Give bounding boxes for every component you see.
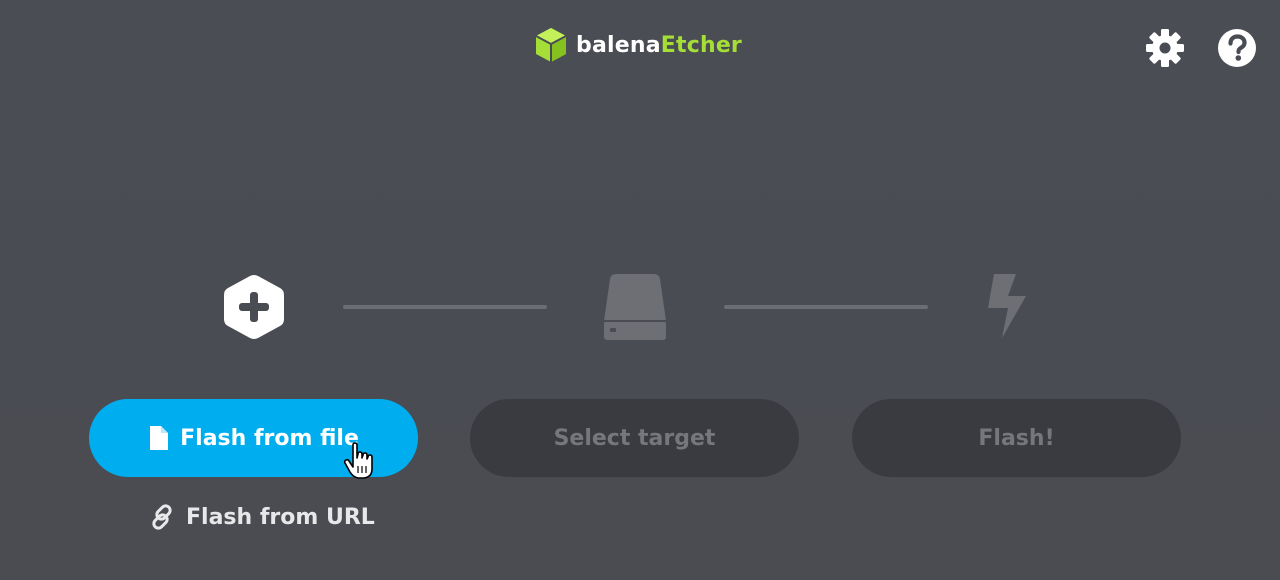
- hand-cursor-icon: [344, 442, 373, 479]
- product-name: Etcher: [660, 32, 742, 58]
- help-button[interactable]: [1216, 27, 1258, 69]
- lightning-bolt-icon: [988, 274, 1026, 338]
- step-connector: [343, 305, 547, 309]
- plus-hexagon-icon: [224, 275, 284, 339]
- select-target-label: Select target: [553, 425, 716, 451]
- question-circle-icon: [1218, 29, 1256, 67]
- flash-from-url-label: Flash from URL: [186, 504, 375, 530]
- app-name: balenaEtcher: [576, 33, 742, 58]
- file-icon: [150, 426, 169, 450]
- flash-button[interactable]: Flash!: [852, 399, 1181, 477]
- settings-button[interactable]: [1144, 27, 1186, 69]
- etcher-window: balenaEtcher Flash from file Select targ…: [0, 0, 1280, 580]
- app-logo: balenaEtcher: [534, 27, 742, 63]
- balena-cube-icon: [535, 28, 567, 62]
- flash-from-url-link[interactable]: Flash from URL: [148, 503, 375, 531]
- select-target-step-icon: [600, 271, 670, 343]
- gear-icon: [1146, 29, 1184, 67]
- brand-name: balena: [576, 32, 661, 58]
- flash-label: Flash!: [978, 425, 1055, 451]
- flash-from-file-label: Flash from file: [180, 425, 359, 451]
- select-target-button[interactable]: Select target: [470, 399, 799, 477]
- select-image-step-icon[interactable]: [222, 273, 286, 341]
- link-icon: [152, 504, 172, 530]
- step-connector: [724, 305, 928, 309]
- flash-step-icon: [980, 270, 1032, 342]
- drive-icon: [604, 274, 666, 340]
